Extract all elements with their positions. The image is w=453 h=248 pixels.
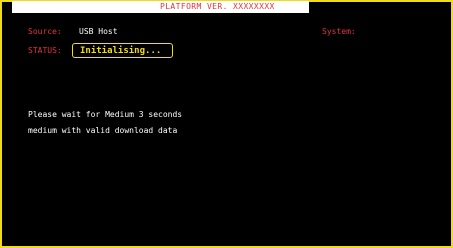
title-bar: PLATFORM VER. XXXXXXXX bbox=[12, 1, 309, 13]
platform-version-title: PLATFORM VER. XXXXXXXX bbox=[160, 2, 275, 11]
message-line-1: Please wait for Medium 3 seconds bbox=[28, 110, 183, 119]
source-label: Source: bbox=[28, 27, 62, 36]
status-value: Initialising... bbox=[80, 46, 162, 56]
status-indicator: Initialising... bbox=[72, 43, 173, 58]
status-label: STATUS: bbox=[28, 46, 62, 55]
system-label: System: bbox=[322, 27, 356, 36]
terminal-screen: PLATFORM VER. XXXXXXXX Source: USB Host … bbox=[0, 0, 453, 248]
source-value: USB Host bbox=[79, 27, 118, 36]
message-line-2: medium with valid download data bbox=[28, 126, 178, 135]
